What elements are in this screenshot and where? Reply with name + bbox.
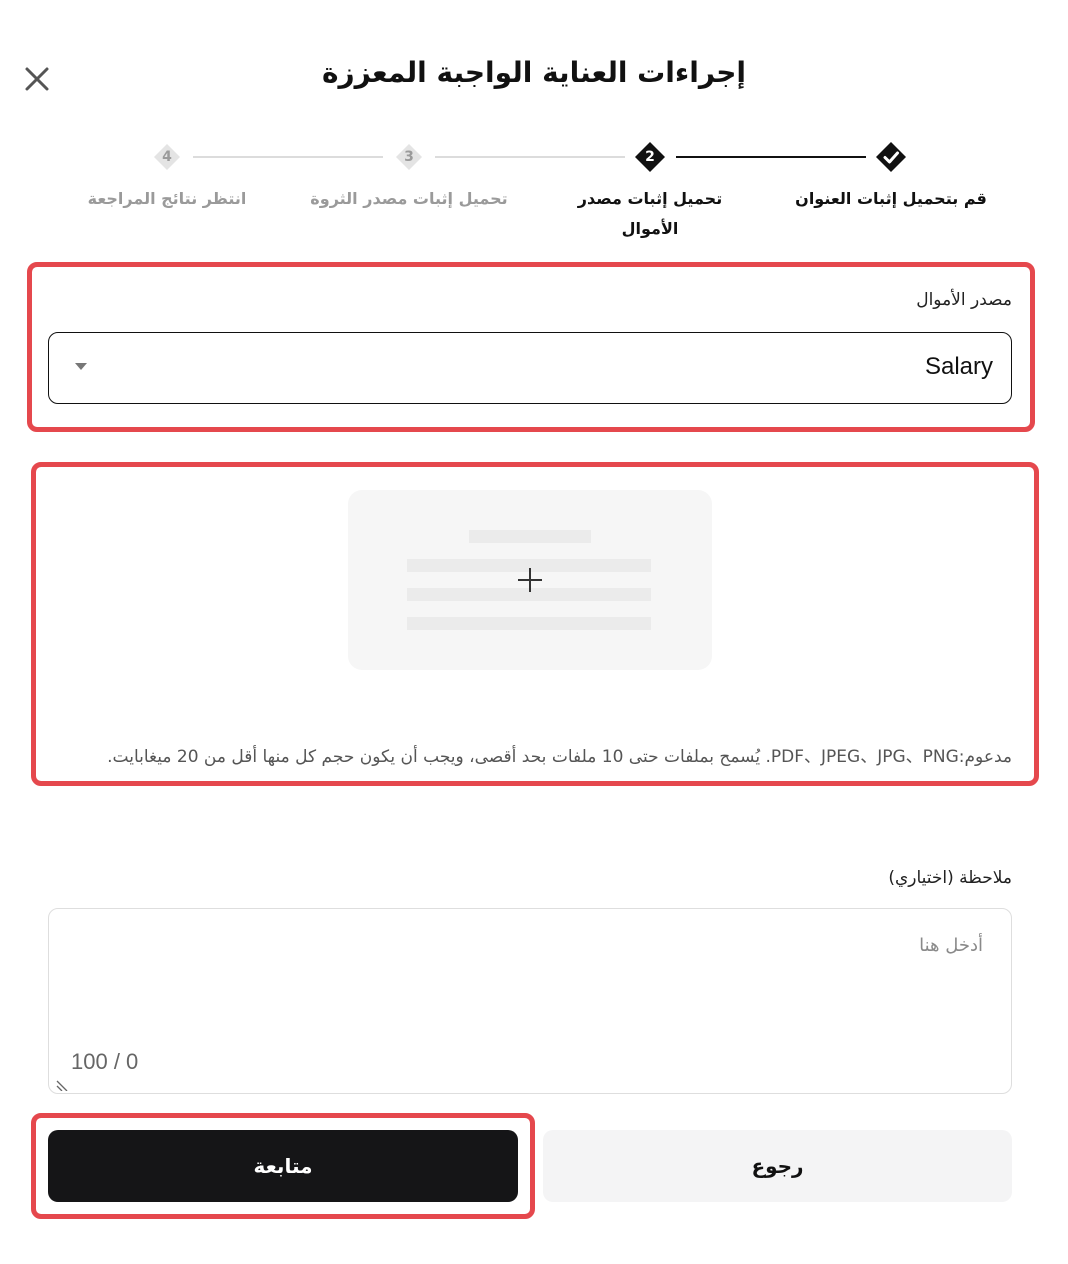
plus-icon [516,566,544,594]
stepper: قم بتحميل إثبات العنوان 2 تحميل إثبات مص… [0,140,1068,250]
step-1-label: قم بتحميل إثبات العنوان [795,189,987,208]
placeholder-bar [469,530,591,543]
step-3-number: 3 [404,149,414,165]
upload-dropzone[interactable] [348,490,712,670]
step-connector-3 [193,156,383,158]
step-2-number: 2 [645,149,655,165]
step-2-label: تحميل إثبات مصدر الأموال [577,189,723,238]
placeholder-bar [407,617,651,630]
dialog-title: إجراءات العناية الواجبة المعززة [321,56,747,89]
upload-hint: مدعوم:PDF、JPEG、JPG、PNG. يُسمح بملفات حتى… [107,747,1012,767]
step-4-label: انتظر نتائج المراجعة [87,189,247,208]
step-1-indicator [875,141,907,173]
step-4-number: 4 [162,149,172,165]
note-label: ملاحظة (اختياري) [888,868,1012,888]
funds-source-value: Salary [924,353,993,380]
funds-source-label: مصدر الأموال [916,290,1012,310]
funds-source-select[interactable]: Salary [48,332,1012,404]
step-3-label: تحميل إثبات مصدر الثروة [310,189,508,208]
resize-handle-icon[interactable] [55,1075,71,1091]
step-4-indicator: 4 [151,141,183,173]
back-button[interactable]: رجوع [543,1130,1012,1202]
edd-dialog: إجراءات العناية الواجبة المعززة قم بتحمي… [0,0,1068,1264]
continue-button[interactable]: متابعة [48,1130,518,1202]
step-connector-2 [435,156,625,158]
step-2-indicator: 2 [634,141,666,173]
check-icon [876,142,906,172]
step-3-indicator: 3 [393,141,425,173]
character-counter: 100 / 0 [71,1049,139,1074]
step-connector-1 [676,156,866,158]
caret-down-icon [75,363,87,370]
note-textarea[interactable] [49,909,1011,1093]
note-field-wrapper: 100 / 0 [48,908,1012,1094]
